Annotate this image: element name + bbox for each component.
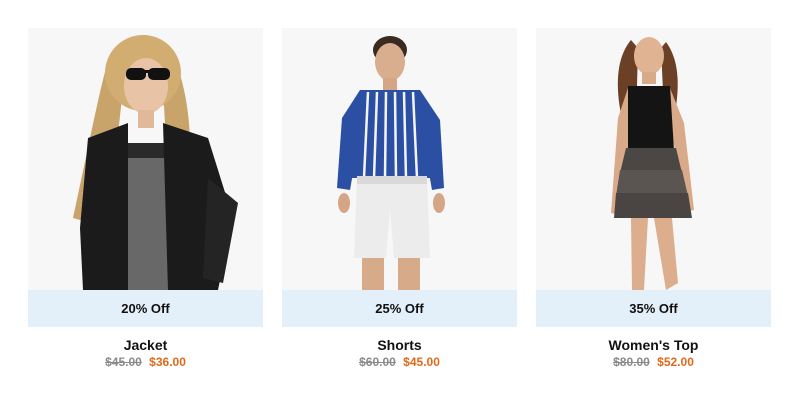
original-price: $80.00 <box>613 355 650 369</box>
product-image-jacket[interactable] <box>28 28 263 290</box>
product-name[interactable]: Shorts <box>282 337 517 353</box>
price-row: $80.00 $52.00 <box>536 355 771 369</box>
discount-badge: 20% Off <box>28 290 263 327</box>
sale-price: $45.00 <box>403 355 440 369</box>
jacket-model-illustration <box>73 35 238 290</box>
discount-badge: 25% Off <box>282 290 517 327</box>
shorts-model-illustration <box>337 36 445 290</box>
sale-price: $36.00 <box>149 355 186 369</box>
product-name[interactable]: Jacket <box>28 337 263 353</box>
womens-top-model-illustration <box>611 37 694 290</box>
product-card-jacket[interactable]: 20% Off Jacket $45.00 $36.00 <box>28 28 263 369</box>
product-name[interactable]: Women's Top <box>536 337 771 353</box>
product-image-womens-top[interactable] <box>536 28 771 290</box>
product-grid: 20% Off Jacket $45.00 $36.00 25% Off Sho… <box>0 0 800 403</box>
price-row: $60.00 $45.00 <box>282 355 517 369</box>
discount-badge: 35% Off <box>536 290 771 327</box>
original-price: $45.00 <box>105 355 142 369</box>
product-card-womens-top[interactable]: 35% Off Women's Top $80.00 $52.00 <box>536 28 771 369</box>
product-image-shorts[interactable] <box>282 28 517 290</box>
product-card-shorts[interactable]: 25% Off Shorts $60.00 $45.00 <box>282 28 517 369</box>
price-row: $45.00 $36.00 <box>28 355 263 369</box>
sale-price: $52.00 <box>657 355 694 369</box>
original-price: $60.00 <box>359 355 396 369</box>
